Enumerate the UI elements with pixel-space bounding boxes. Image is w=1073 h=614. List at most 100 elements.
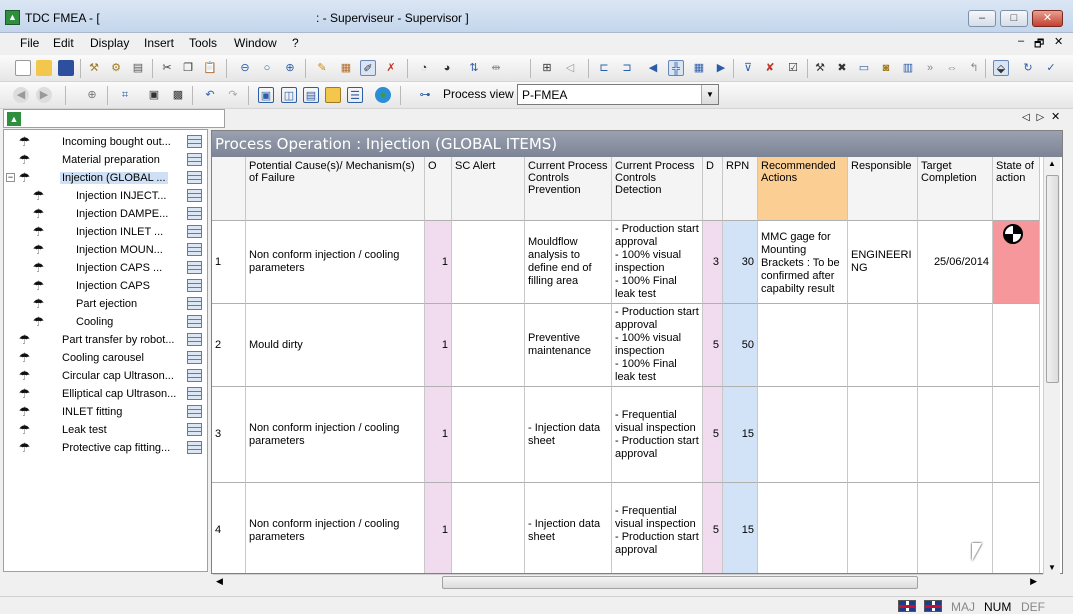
column-header[interactable]: D (703, 157, 723, 221)
grid-cell-actions[interactable]: MMC gage for Mounting Brackets : To be c… (758, 221, 848, 304)
grid-cell-cause[interactable]: Mould dirty (246, 304, 425, 387)
grid-cell-detection[interactable]: - Production start approval - 100% visua… (612, 221, 703, 304)
tools-icon[interactable]: ⚒ (86, 60, 102, 76)
menu-file[interactable]: File (20, 36, 39, 50)
paste-icon[interactable]: 📋 (202, 60, 218, 76)
grid-cell-state[interactable] (993, 304, 1040, 387)
table-icon[interactable] (187, 423, 202, 436)
menu-window[interactable]: Window (234, 36, 277, 50)
refresh-icon[interactable]: ↻ (1020, 60, 1036, 76)
hook-icon[interactable]: ↰ (966, 60, 982, 76)
tree-item[interactable]: ☂ Material preparation (4, 151, 207, 169)
grid-cell-detection[interactable]: - Production start approval - 100% visua… (612, 304, 703, 387)
table-icon[interactable] (187, 369, 202, 382)
table-icon[interactable] (187, 207, 202, 220)
column-header[interactable]: O (425, 157, 452, 221)
grid-cell-rpn[interactable]: 15 (723, 483, 758, 573)
table-icon[interactable] (187, 333, 202, 346)
grid-cell-o[interactable]: 1 (425, 387, 452, 483)
grid-cell-prevention[interactable]: Preventive maintenance (525, 304, 612, 387)
menu-display[interactable]: Display (90, 36, 129, 50)
image-edit-icon[interactable]: ▩ (170, 87, 186, 103)
copy-icon[interactable]: ❐ (180, 60, 196, 76)
table-icon[interactable] (187, 225, 202, 238)
globe-icon[interactable]: ● (375, 87, 391, 103)
redo-icon[interactable]: ↷ (225, 87, 241, 103)
compress-icon[interactable]: ⇔ (944, 60, 960, 76)
cut-icon[interactable]: ✂ (159, 60, 175, 76)
table-icon[interactable] (187, 315, 202, 328)
column-header[interactable]: Current Process Controls Prevention (525, 157, 612, 221)
doc-close-button[interactable]: ✕ (1054, 35, 1063, 48)
save-icon[interactable] (58, 60, 74, 76)
close-button[interactable]: ✕ (1032, 10, 1063, 27)
binoculars-icon[interactable]: ◙ (878, 60, 894, 76)
undo-icon[interactable]: ↶ (202, 87, 218, 103)
column-header[interactable]: Current Process Controls Detection (612, 157, 703, 221)
tree-item[interactable]: ☂ Incoming bought out... (4, 133, 207, 151)
column-header[interactable]: State of action (993, 157, 1040, 221)
window-icon[interactable]: ▭ (856, 60, 872, 76)
grid-cell-state[interactable] (993, 483, 1040, 573)
grid-cell-o[interactable]: 1 (425, 304, 452, 387)
hierarchy-alt-icon[interactable]: ⊐ (619, 60, 635, 76)
column-header[interactable] (212, 157, 246, 221)
grid-cell-o[interactable]: 1 (425, 483, 452, 573)
zoom-out-icon[interactable]: ⊖ (237, 60, 253, 76)
tree-item[interactable]: ☂ Injection CAPS (4, 277, 207, 295)
zoom-in-icon[interactable]: ⊕ (282, 60, 298, 76)
new-icon[interactable] (15, 60, 31, 76)
grid-cell-responsible[interactable]: ENGINEERI NG (848, 221, 918, 304)
cross-tools-icon[interactable]: ✖ (834, 60, 850, 76)
menu-help[interactable]: ? (292, 36, 299, 50)
table-icon[interactable] (187, 243, 202, 256)
grid-cell-detection[interactable]: - Frequential visual inspection - Produc… (612, 387, 703, 483)
image-icon[interactable]: ▣ (146, 87, 162, 103)
tree-item[interactable]: ☂ Cooling carousel (4, 349, 207, 367)
grid-cell-prevention[interactable]: - Injection data sheet (525, 483, 612, 573)
grid-cell-d[interactable]: 5 (703, 304, 723, 387)
process-view-icon[interactable]: ⊶ (411, 87, 439, 103)
next-icon[interactable]: ▶ (713, 60, 729, 76)
view-select[interactable]: P-FMEA ▼ (517, 84, 719, 105)
table-icon[interactable]: ▦ (691, 60, 707, 76)
grid-cell-cause[interactable]: Non conform injection / cooling paramete… (246, 221, 425, 304)
wrench-icon[interactable]: ⚒ (812, 60, 828, 76)
scroll-down-icon[interactable]: ▼ (1048, 563, 1056, 572)
grid-cell-prevention[interactable]: - Injection data sheet (525, 387, 612, 483)
pane-close-icon[interactable]: ✕ (1051, 111, 1060, 123)
doc-restore-button[interactable]: 🗗 (1034, 35, 1044, 54)
grid-cell-prevention[interactable]: Mouldflow analysis to define end of fill… (525, 221, 612, 304)
grid-cell-responsible[interactable] (848, 304, 918, 387)
column-header[interactable]: SC Alert (452, 157, 525, 221)
scroll-right-icon[interactable]: ▶ (1030, 576, 1037, 587)
zoom-icon[interactable]: ○ (259, 60, 275, 76)
table-icon[interactable] (187, 261, 202, 274)
clock-icon[interactable]: ◔ (416, 60, 432, 76)
column-header[interactable]: Target Completion (918, 157, 993, 221)
move-up-icon[interactable]: ⇅ (466, 60, 482, 76)
grid-cell-d[interactable]: 5 (703, 387, 723, 483)
grid-cell-responsible[interactable] (848, 387, 918, 483)
row-number[interactable]: 2 (212, 304, 246, 387)
doc-minimize-button[interactable]: – (1018, 35, 1024, 47)
column-header[interactable]: Responsible (848, 157, 918, 221)
grid-cell-actions[interactable] (758, 304, 848, 387)
columns-icon[interactable]: ╬ (668, 60, 684, 76)
column-header[interactable]: RPN (723, 157, 758, 221)
tree-item[interactable]: ☂ Cooling (4, 313, 207, 331)
scroll-up-icon[interactable]: ▲ (1048, 159, 1056, 168)
row-number[interactable]: 3 (212, 387, 246, 483)
scroll-left-icon[interactable]: ◀ (216, 576, 223, 587)
tree-item[interactable]: ☂ Circular cap Ultrason... (4, 367, 207, 385)
table-icon[interactable] (187, 189, 202, 202)
grid-cell-target[interactable] (918, 387, 993, 483)
hierarchy-icon[interactable]: ⊏ (596, 60, 612, 76)
open-icon[interactable] (36, 60, 52, 76)
tree-item[interactable]: ☂ Injection (GLOBAL ... − (4, 169, 207, 187)
layout-2-icon[interactable]: ◫ (281, 87, 297, 103)
grid-cell-cause[interactable]: Non conform injection / cooling paramete… (246, 483, 425, 573)
grid-cell-sc[interactable] (452, 483, 525, 573)
layout-3-icon[interactable]: ▤ (303, 87, 319, 103)
grid-cell-sc[interactable] (452, 304, 525, 387)
